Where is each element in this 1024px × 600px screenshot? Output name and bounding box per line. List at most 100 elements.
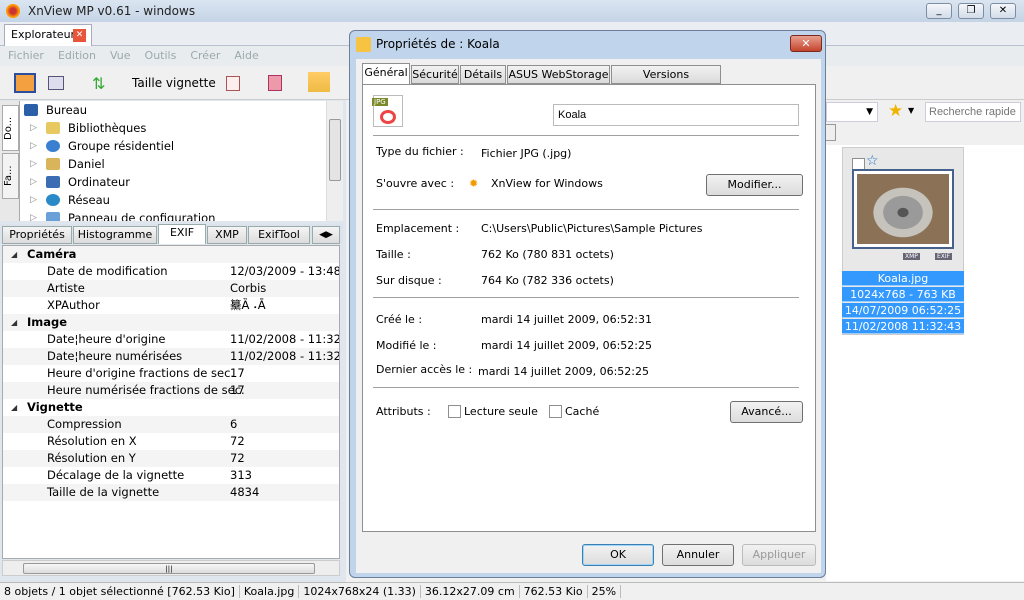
dtab-asus-webstorage[interactable]: ASUS WebStorage <box>507 65 610 84</box>
opens-with-label: S'ouvre avec : <box>376 177 455 190</box>
jpg-file-icon <box>356 37 371 52</box>
tab-explorateur[interactable]: Explorateur ✕ <box>4 24 92 46</box>
menu-edition[interactable]: Edition <box>58 49 96 62</box>
collapse-icon[interactable]: ◢ <box>11 399 17 416</box>
tab-xmp[interactable]: XMP <box>207 226 247 244</box>
exif-row[interactable]: Compression 6 <box>3 416 339 433</box>
dialog-close-button[interactable]: ✕ <box>790 35 822 52</box>
tab-exiftool[interactable]: ExifTool <box>248 226 310 244</box>
hidden-checkbox[interactable] <box>549 405 562 418</box>
tree-label: Ordinateur <box>68 175 131 189</box>
collapse-icon[interactable]: ◢ <box>11 246 17 263</box>
menu-creer[interactable]: Créer <box>190 49 220 62</box>
calendar-icon[interactable] <box>226 76 240 91</box>
dtab-details[interactable]: Détails <box>460 65 506 84</box>
tree-item-daniel[interactable]: ▷ Daniel <box>20 155 326 173</box>
exif-value: 䵵Ȁ⠠Ā <box>230 298 266 312</box>
folder-tree-icon[interactable] <box>308 72 330 92</box>
fullscreen-icon[interactable] <box>14 73 36 93</box>
tree-scrollbar[interactable] <box>326 101 343 221</box>
tab-proprietes[interactable]: Propriétés <box>2 226 72 244</box>
bookmark-icon[interactable] <box>268 75 282 91</box>
status-zoom: 25% <box>587 585 622 598</box>
exif-hscrollbar[interactable]: ||| <box>2 560 340 576</box>
tree-item-ordinateur[interactable]: ▷ Ordinateur <box>20 173 326 191</box>
path-dropdown[interactable]: ▼ <box>826 102 878 122</box>
tree-item-groupe[interactable]: ▷ Groupe résidentiel <box>20 137 326 155</box>
readonly-checkbox[interactable] <box>448 405 461 418</box>
exif-row[interactable]: Heure numérisée fractions de sec. 17 <box>3 382 339 399</box>
dtab-securite[interactable]: Sécurité <box>411 65 459 84</box>
expand-icon[interactable]: ▷ <box>30 173 37 191</box>
sidetab-favoris[interactable]: Fa... <box>2 153 19 199</box>
desktop-icon <box>24 104 38 116</box>
view-mode-icon[interactable] <box>48 76 64 90</box>
exif-group[interactable]: ◢ Vignette <box>3 399 339 416</box>
tab-exif[interactable]: EXIF <box>158 224 206 244</box>
expand-icon[interactable]: ▷ <box>30 137 37 155</box>
filename-input[interactable] <box>553 104 799 126</box>
tree-label: Panneau de configuration <box>68 211 216 221</box>
exif-value: Corbis <box>230 281 267 295</box>
thumb-size-dropdown[interactable]: Taille vignette <box>132 76 216 90</box>
status-filesize: 762.53 Kio <box>519 585 588 598</box>
exif-row[interactable]: Date de modification 12/03/2009 - 13:48:2… <box>3 263 339 280</box>
exif-row[interactable]: Taille de la vignette 4834 <box>3 484 339 501</box>
minimize-button[interactable]: _ <box>926 3 952 19</box>
exif-group[interactable]: ◢ Image <box>3 314 339 331</box>
hidden-label[interactable]: Caché <box>565 405 599 418</box>
expand-icon[interactable]: ▷ <box>30 209 37 221</box>
dtab-versions[interactable]: Versions précédentes <box>611 65 721 98</box>
thumbnail-date-taken: 11/02/2008 11:32:43 <box>842 319 964 334</box>
exif-key: Heure numérisée fractions de sec. <box>47 383 245 397</box>
folder-tree: Bureau ▷ Bibliothèques ▷ Groupe résidentie… <box>20 101 326 221</box>
tree-item-reseau[interactable]: ▷ Réseau <box>20 191 326 209</box>
quick-search-input[interactable] <box>925 102 1021 122</box>
apply-button[interactable]: Appliquer <box>742 544 816 566</box>
sidetab-dossiers[interactable]: Do... <box>2 105 19 151</box>
exif-row[interactable]: Heure d'origine fractions de sec. 17 <box>3 365 339 382</box>
exif-value: 17 <box>230 383 245 397</box>
tab-histogramme[interactable]: Histogramme <box>73 226 157 244</box>
rating-star-icon[interactable]: ☆ <box>866 153 879 169</box>
close-button[interactable]: ✕ <box>990 3 1016 19</box>
exif-value: 72 <box>230 451 245 465</box>
tree-item-bureau[interactable]: Bureau <box>20 101 326 119</box>
koala-thumbnail-image[interactable] <box>852 169 954 249</box>
maximize-button[interactable]: ❐ <box>958 3 984 19</box>
dialog-title: Propriétés de : Koala <box>376 37 500 51</box>
exif-row[interactable]: Date¦heure numérisées 11/02/2008 - 11:32:… <box>3 348 339 365</box>
exif-key: Artiste <box>47 281 85 295</box>
exif-row[interactable]: XPAuthor 䵵Ȁ⠠Ā <box>3 297 339 314</box>
modify-button[interactable]: Modifier... <box>706 174 803 196</box>
exif-row[interactable]: Résolution en X 72 <box>3 433 339 450</box>
expand-icon[interactable]: ▷ <box>30 119 37 137</box>
exif-row[interactable]: Date¦heure d'origine 11/02/2008 - 11:32:4… <box>3 331 339 348</box>
star-dropdown-icon[interactable]: ▼ <box>908 106 914 115</box>
menu-fichier[interactable]: Fichier <box>8 49 44 62</box>
menu-outils[interactable]: Outils <box>145 49 177 62</box>
exif-row[interactable]: Artiste Corbis <box>3 280 339 297</box>
star-filter-icon[interactable]: ★ <box>888 101 903 121</box>
exif-row[interactable]: Décalage de la vignette 313 <box>3 467 339 484</box>
close-tab-icon[interactable]: ✕ <box>73 29 86 42</box>
thumbnail-checkbox[interactable] <box>852 158 865 171</box>
dtab-general[interactable]: Général <box>362 63 410 85</box>
menu-aide[interactable]: Aide <box>234 49 258 62</box>
advanced-button[interactable]: Avancé... <box>730 401 803 423</box>
menu-vue[interactable]: Vue <box>110 49 131 62</box>
tab-scroll-arrows[interactable]: ◀▶ <box>312 226 340 244</box>
expand-icon[interactable]: ▷ <box>30 155 37 173</box>
readonly-label[interactable]: Lecture seule <box>464 405 538 418</box>
expand-icon[interactable]: ▷ <box>30 191 37 209</box>
cancel-button[interactable]: Annuler <box>662 544 734 566</box>
sort-icon[interactable]: ⇅ <box>92 74 105 93</box>
exif-key: Résolution en X <box>47 434 137 448</box>
exif-group[interactable]: ◢ Caméra <box>3 246 339 263</box>
ok-button[interactable]: OK <box>582 544 654 566</box>
collapse-icon[interactable]: ◢ <box>11 314 17 331</box>
size-label: Taille : <box>376 248 411 261</box>
tree-item-bibliotheques[interactable]: ▷ Bibliothèques <box>20 119 326 137</box>
tree-item-panneau[interactable]: ▷ Panneau de configuration <box>20 209 326 221</box>
exif-row[interactable]: Résolution en Y 72 <box>3 450 339 467</box>
